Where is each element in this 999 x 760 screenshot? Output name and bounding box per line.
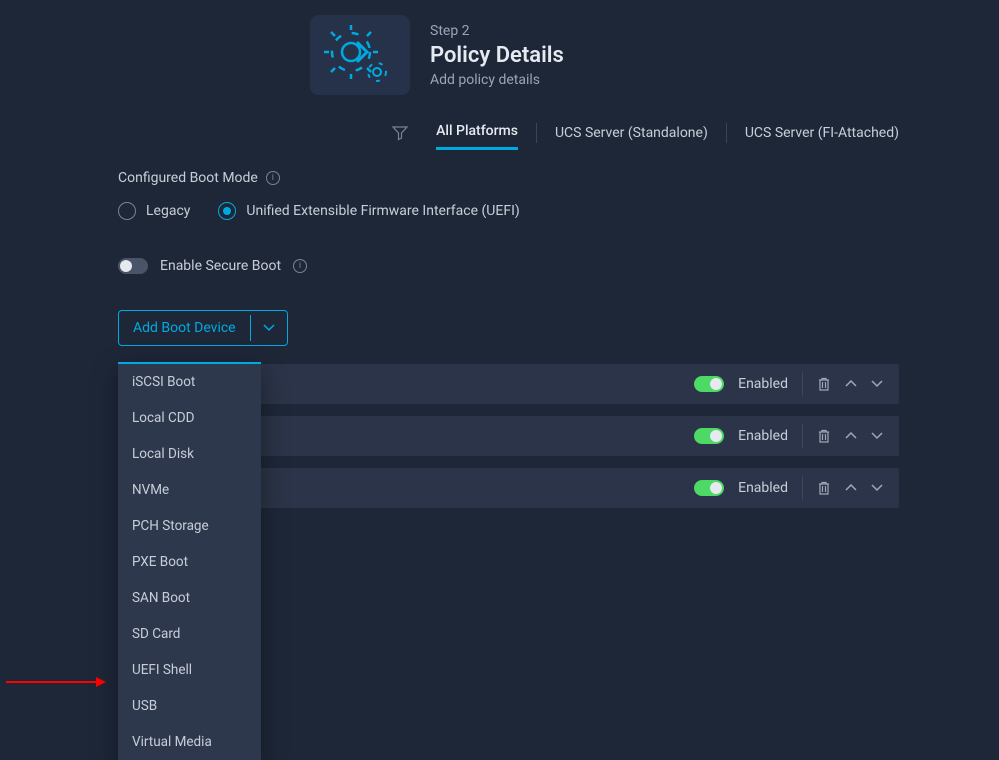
divider xyxy=(802,372,803,396)
radio-icon xyxy=(118,202,136,220)
delete-icon[interactable] xyxy=(817,376,831,392)
dropdown-item-san-boot[interactable]: SAN Boot xyxy=(118,580,261,616)
dropdown-item-iscsi-boot[interactable]: iSCSI Boot xyxy=(118,364,261,400)
boot-enabled-toggle[interactable] xyxy=(694,428,724,444)
dropdown-item-uefi-shell[interactable]: UEFI Shell xyxy=(118,652,261,688)
tab-standalone[interactable]: UCS Server (Standalone) xyxy=(555,117,708,149)
tab-fi-attached[interactable]: UCS Server (FI-Attached) xyxy=(745,117,899,149)
divider xyxy=(802,476,803,500)
chevron-down-icon xyxy=(250,315,287,341)
dropdown-item-virtual-media[interactable]: Virtual Media xyxy=(118,724,261,760)
add-boot-device-button[interactable]: Add Boot Device xyxy=(118,310,288,346)
boot-mode-label-row: Configured Boot Mode i xyxy=(118,170,899,186)
gear-icon xyxy=(321,22,399,88)
secure-boot-label: Enable Secure Boot xyxy=(160,258,281,274)
boot-mode-radio-group: Legacy Unified Extensible Firmware Inter… xyxy=(118,202,899,220)
chevron-down-icon[interactable] xyxy=(871,432,883,440)
dropdown-item-nvme[interactable]: NVMe xyxy=(118,472,261,508)
enabled-label: Enabled xyxy=(738,376,788,392)
dropdown-item-local-cdd[interactable]: Local CDD xyxy=(118,400,261,436)
info-icon[interactable]: i xyxy=(266,171,280,185)
page-description: Add policy details xyxy=(430,72,564,88)
tab-all-platforms[interactable]: All Platforms xyxy=(436,115,518,150)
dropdown-item-local-disk[interactable]: Local Disk xyxy=(118,436,261,472)
chevron-up-icon[interactable] xyxy=(845,484,857,492)
dropdown-item-usb[interactable]: USB xyxy=(118,688,261,724)
secure-boot-toggle[interactable] xyxy=(118,258,148,274)
enabled-label: Enabled xyxy=(738,428,788,444)
radio-uefi[interactable]: Unified Extensible Firmware Interface (U… xyxy=(218,202,519,220)
info-icon[interactable]: i xyxy=(293,259,307,273)
annotation-arrow-icon xyxy=(6,675,106,689)
filter-icon[interactable] xyxy=(392,125,408,141)
boot-enabled-toggle[interactable] xyxy=(694,376,724,392)
chevron-up-icon[interactable] xyxy=(845,380,857,388)
dropdown-item-sd-card[interactable]: SD Card xyxy=(118,616,261,652)
add-boot-label: Add Boot Device xyxy=(119,311,250,345)
divider xyxy=(802,424,803,448)
dropdown-item-pxe-boot[interactable]: PXE Boot xyxy=(118,544,261,580)
boot-mode-label: Configured Boot Mode xyxy=(118,170,258,186)
page-title: Policy Details xyxy=(430,43,564,68)
step-label: Step 2 xyxy=(430,23,564,39)
dropdown-item-pch-storage[interactable]: PCH Storage xyxy=(118,508,261,544)
platform-tabs: All Platforms UCS Server (Standalone) UC… xyxy=(0,105,999,170)
enabled-label: Enabled xyxy=(738,480,788,496)
add-boot-dropdown: iSCSI Boot Local CDD Local Disk NVMe PCH… xyxy=(118,362,261,760)
tab-divider xyxy=(726,123,727,143)
chevron-up-icon[interactable] xyxy=(845,432,857,440)
tab-divider xyxy=(536,123,537,143)
delete-icon[interactable] xyxy=(817,428,831,444)
radio-icon-selected xyxy=(218,202,236,220)
radio-legacy[interactable]: Legacy xyxy=(118,202,190,220)
page-header: Step 2 Policy Details Add policy details xyxy=(0,0,999,105)
chevron-down-icon[interactable] xyxy=(871,380,883,388)
radio-label: Unified Extensible Firmware Interface (U… xyxy=(246,203,519,219)
chevron-down-icon[interactable] xyxy=(871,484,883,492)
delete-icon[interactable] xyxy=(817,480,831,496)
radio-label: Legacy xyxy=(146,203,190,219)
policy-gear-illustration xyxy=(310,15,410,95)
boot-enabled-toggle[interactable] xyxy=(694,480,724,496)
secure-boot-row: Enable Secure Boot i xyxy=(118,258,899,274)
